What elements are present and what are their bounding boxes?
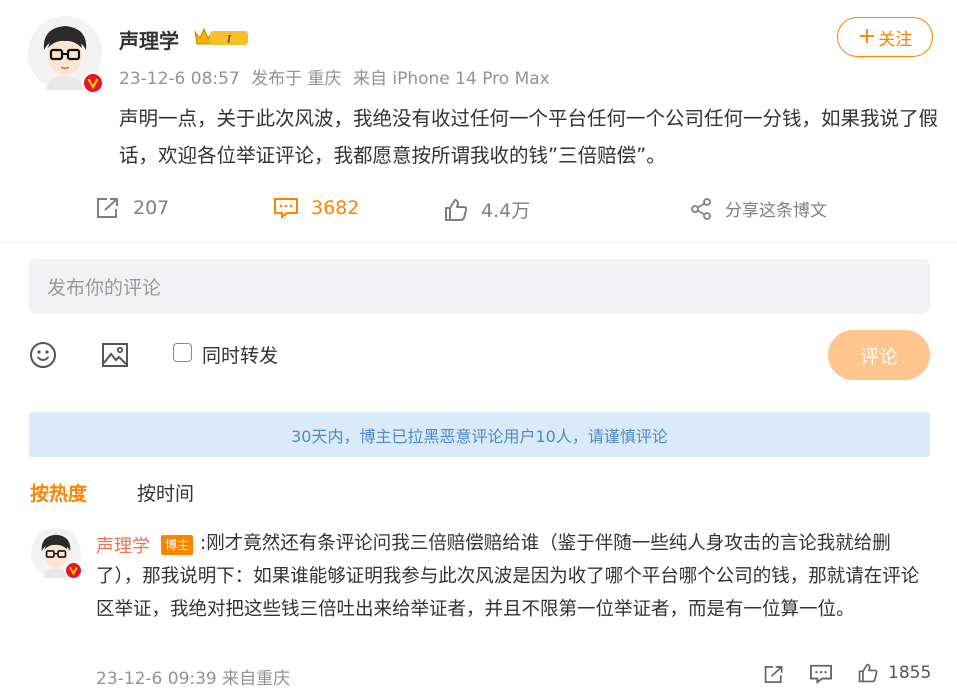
thumbs-up-icon — [858, 663, 878, 683]
comment-meta: 23-12-6 09:39 来自重庆 — [96, 664, 290, 689]
post-meta: 23-12-6 08:57 发布于 重庆 来自 iPhone 14 Pro Ma… — [119, 64, 556, 89]
divider — [0, 242, 957, 243]
plus-icon: + — [857, 24, 877, 49]
share-label: 分享这条博文 — [725, 201, 827, 221]
emoji-icon[interactable] — [29, 341, 57, 373]
comment-input-placeholder: 发布你的评论 — [47, 277, 162, 299]
post-device: 来自 iPhone 14 Pro Max — [352, 69, 550, 89]
comment-reply-icon[interactable] — [809, 663, 833, 689]
comment-author-avatar[interactable] — [31, 528, 82, 579]
comment-like-button[interactable]: 1855 — [857, 662, 931, 684]
post-text: 声明一点，关于此次风波，我绝没有收过任何一个平台任何一个公司任何一分钱，如果我说… — [119, 107, 939, 167]
repost-count: 207 — [133, 197, 170, 219]
like-button[interactable]: 4.4万 — [443, 196, 530, 223]
follow-button[interactable]: + 关注 — [837, 17, 933, 57]
comment-like-count: 1855 — [888, 663, 932, 683]
share-icon — [691, 197, 711, 220]
share-post-button[interactable]: 分享这条博文 — [689, 196, 827, 221]
comment-repost-icon[interactable] — [763, 664, 785, 689]
verified-badge — [65, 562, 82, 579]
image-upload-icon[interactable] — [101, 341, 129, 373]
comment-input[interactable]: 发布你的评论 — [29, 259, 930, 314]
author-name[interactable]: 声理学 — [119, 25, 179, 54]
post-timestamp[interactable]: 23-12-6 08:57 — [119, 69, 240, 89]
like-count: 4.4万 — [481, 200, 531, 222]
author-tag-badge: 博主 — [161, 535, 194, 555]
blocked-users-notice: 30天内，博主已拉黑恶意评论用户10人，请谨慎评论 — [29, 412, 930, 457]
comment-source: 来自重庆 — [222, 669, 291, 689]
comment-text: :刚才竟然还有条评论问我三倍赔偿赔给谁（鉴于伴随一些纯人身攻击的言论我就给删了）… — [96, 533, 920, 620]
comment-author-name[interactable]: 声理学 — [96, 532, 150, 558]
comment-icon — [274, 198, 298, 220]
comment-timestamp: 23-12-6 09:39 — [96, 669, 217, 689]
thumbs-up-icon — [445, 198, 468, 221]
member-crown-badge[interactable]: I — [193, 26, 251, 52]
comment-button[interactable]: 3682 — [273, 196, 359, 220]
sort-by-time-tab[interactable]: 按时间 — [137, 479, 194, 506]
comment-count: 3682 — [311, 197, 360, 219]
author-avatar[interactable] — [28, 16, 104, 94]
repost-checkbox-label[interactable]: 同时转发 — [202, 341, 278, 368]
repost-button[interactable]: 207 — [95, 196, 169, 220]
repost-checkbox[interactable] — [173, 343, 192, 362]
repost-icon — [97, 198, 118, 218]
submit-comment-button[interactable]: 评论 — [828, 330, 930, 380]
sort-by-hot-tab[interactable]: 按热度 — [30, 479, 87, 506]
follow-label: 关注 — [878, 29, 913, 50]
verified-badge — [82, 72, 104, 94]
post-location: 发布于 重庆 — [251, 69, 342, 89]
